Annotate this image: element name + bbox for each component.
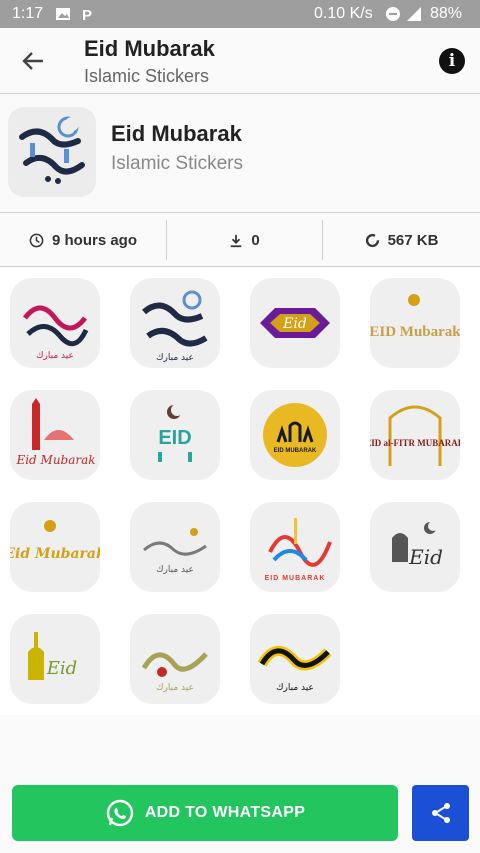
sticker-14[interactable]: عيد مبارك [130,614,220,704]
sticker-12-text: Eid [408,545,443,569]
share-button[interactable] [412,785,469,841]
updated-text: 9 hours ago [51,232,137,249]
downloads-count: 0 [251,232,260,249]
signal-icon [407,7,421,21]
sticker-grid: عيد مبارك عيد مبارك Eid EID Mubarak Eid … [0,268,480,715]
sticker-15-text: عيد مبارك [276,683,314,693]
stat-downloads: 0 [167,214,322,267]
sticker-13[interactable]: Eid [10,614,100,704]
clock-icon [29,233,44,248]
share-icon [431,803,450,823]
stat-updated: 9 hours ago [0,214,166,267]
status-bar: 1:17 P 0.10 K/s 88% [0,0,480,28]
sticker-11[interactable]: EID MUBARAK [250,502,340,592]
page-title: Eid Mubarak [84,36,215,61]
sticker-4-text: EID Mubarak [370,324,460,340]
sticker-14-text: عيد مبارك [156,683,194,693]
sticker-1[interactable]: عيد مبارك [10,278,100,368]
sticker-15[interactable]: عيد مبارك [250,614,340,704]
sticker-2[interactable]: عيد مبارك [130,278,220,368]
whatsapp-icon [106,799,134,827]
info-icon[interactable]: i [439,48,465,74]
sticker-12[interactable]: Eid [370,502,460,592]
sticker-11-text: EID MUBARAK [265,575,326,582]
sticker-5[interactable]: Eid Mubarak [10,390,100,480]
sticker-10-text: عيد مبارك [156,565,194,575]
sticker-3[interactable]: Eid [250,278,340,368]
add-to-whatsapp-label: ADD TO WHATSAPP [144,804,306,821]
sticker-3-text: Eid [282,316,307,332]
add-to-whatsapp-button[interactable]: ADD TO WHATSAPP [12,785,398,841]
sticker-1-text: عيد مبارك [36,351,74,361]
sticker-9-text: Eid Mubarak [10,546,100,562]
sticker-5-text: Eid Mubarak [15,453,95,467]
page-subtitle: Islamic Stickers [84,66,210,86]
sticker-8-text: EID al-FITR MUBARAK [370,438,460,448]
sticker-8[interactable]: EID al-FITR MUBARAK [370,390,460,480]
do-not-disturb-icon [386,7,400,21]
sticker-6[interactable]: EID [130,390,220,480]
net-speed: 0.10 K/s [314,5,373,22]
app-bar: Eid Mubarak Islamic Stickers i [0,28,480,94]
sticker-6-text: EID [158,427,191,449]
sticker-9[interactable]: Eid Mubarak [10,502,100,592]
parking-icon: P [82,7,92,22]
gallery-icon [56,8,70,20]
pack-size: 567 KB [387,232,439,249]
pack-header: Eid Mubarak Islamic Stickers [0,95,480,213]
battery-level: 88% [430,5,463,22]
stats-row: 9 hours ago 0 567 KB [0,214,480,267]
sticker-10[interactable]: عيد مبارك [130,502,220,592]
sticker-4[interactable]: EID Mubarak [370,278,460,368]
sticker-13-text: Eid [46,658,77,679]
status-time: 1:17 [12,5,44,22]
back-arrow-icon[interactable] [18,46,48,76]
svg-text:P: P [82,7,92,22]
pack-publisher: Islamic Stickers [111,153,243,174]
sticker-2-text: عيد مبارك [156,353,194,363]
download-icon [231,234,242,247]
sticker-7-text: EID MUBARAK [274,448,317,454]
sticker-7[interactable]: EID MUBARAK [250,390,340,480]
storage-ring-icon [365,233,379,248]
stat-size: 567 KB [323,214,480,267]
pack-title: Eid Mubarak [111,121,242,146]
tray-icon-image [8,107,96,197]
